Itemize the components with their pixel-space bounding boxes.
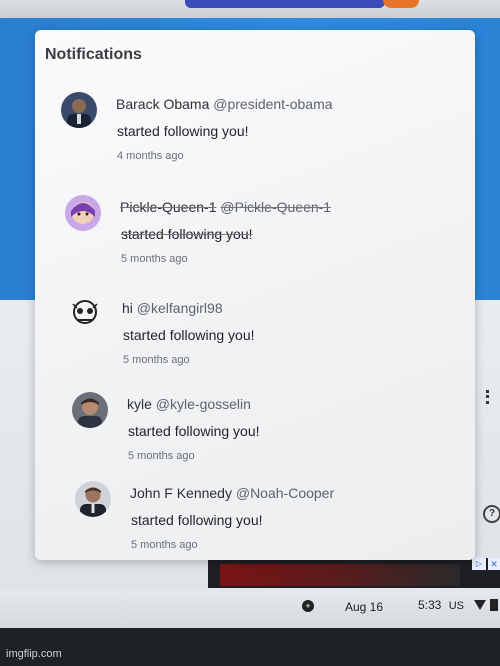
notification-item[interactable]: Barack Obama @president-obama started fo… (61, 92, 461, 182)
user-handle[interactable]: @kelfangirl98 (137, 300, 223, 316)
notification-time: 5 months ago (128, 450, 195, 462)
watermark: imgflip.com (6, 648, 62, 660)
notification-title: Barack Obama @president-obama (116, 96, 333, 112)
taskbar: + Aug 16 5:33 US (0, 588, 500, 628)
notification-action: started following you! (123, 327, 255, 343)
notification-item[interactable]: Pickle-Queen-1 @Pickle-Queen-1 started f… (65, 195, 465, 285)
notification-title: Pickle-Queen-1 @Pickle-Queen-1 (120, 199, 331, 215)
notification-title: John F Kennedy @Noah-Cooper (130, 485, 334, 501)
notification-item[interactable]: hi @kelfangirl98 started following you! … (67, 296, 467, 386)
notification-action: started following you! (131, 512, 263, 528)
notification-time: 5 months ago (123, 354, 190, 366)
battery-icon[interactable] (490, 599, 498, 611)
avatar[interactable] (67, 296, 103, 332)
photo-avatar-icon (75, 481, 111, 517)
photo-avatar-icon (72, 392, 108, 428)
taskbar-clock: 5:33 (418, 598, 442, 612)
cartoon-avatar-icon (65, 195, 101, 231)
user-name[interactable]: kyle (127, 396, 152, 412)
taskbar-time[interactable]: 5:33 US (418, 598, 464, 612)
notification-time: 5 months ago (131, 539, 198, 551)
notifications-panel: Notifications Barack Obama @president-ob… (35, 30, 475, 560)
panel-title: Notifications (45, 46, 142, 63)
help-icon[interactable]: ? (483, 505, 500, 523)
launcher-icon[interactable]: + (302, 600, 314, 612)
wifi-icon[interactable] (474, 600, 486, 610)
user-handle[interactable]: @Noah-Cooper (236, 485, 334, 501)
user-name[interactable]: Barack Obama (116, 96, 209, 112)
top-tab-indicator (185, 0, 385, 8)
notification-title: kyle @kyle-gosselin (127, 396, 251, 412)
ad-close-icon[interactable]: ✕ (488, 558, 500, 570)
user-name[interactable]: hi (122, 300, 133, 316)
notification-time: 5 months ago (121, 253, 188, 265)
taskbar-locale: US (448, 600, 464, 612)
user-handle[interactable]: @president-obama (213, 96, 332, 112)
notification-action: started following you! (117, 123, 249, 139)
sketch-avatar-icon (67, 296, 103, 332)
user-name[interactable]: Pickle-Queen-1 (120, 199, 217, 215)
taskbar-date[interactable]: Aug 16 (345, 600, 383, 614)
avatar[interactable] (75, 481, 111, 517)
notification-title: hi @kelfangirl98 (122, 300, 223, 316)
user-name[interactable]: John F Kennedy (130, 485, 232, 501)
photo-avatar-icon (61, 92, 97, 128)
user-handle[interactable]: @Pickle-Queen-1 (220, 199, 331, 215)
user-handle[interactable]: @kyle-gosselin (156, 396, 251, 412)
more-vertical-icon[interactable] (486, 390, 493, 404)
avatar[interactable] (72, 392, 108, 428)
top-tab-accent (383, 0, 419, 8)
notification-item[interactable]: kyle @kyle-gosselin started following yo… (72, 392, 472, 482)
notification-time: 4 months ago (117, 150, 184, 162)
notification-action: started following you! (128, 423, 260, 439)
notification-action: started following you! (121, 226, 253, 242)
notification-item[interactable]: John F Kennedy @Noah-Cooper started foll… (75, 481, 475, 571)
avatar[interactable] (61, 92, 97, 128)
avatar[interactable] (65, 195, 101, 231)
